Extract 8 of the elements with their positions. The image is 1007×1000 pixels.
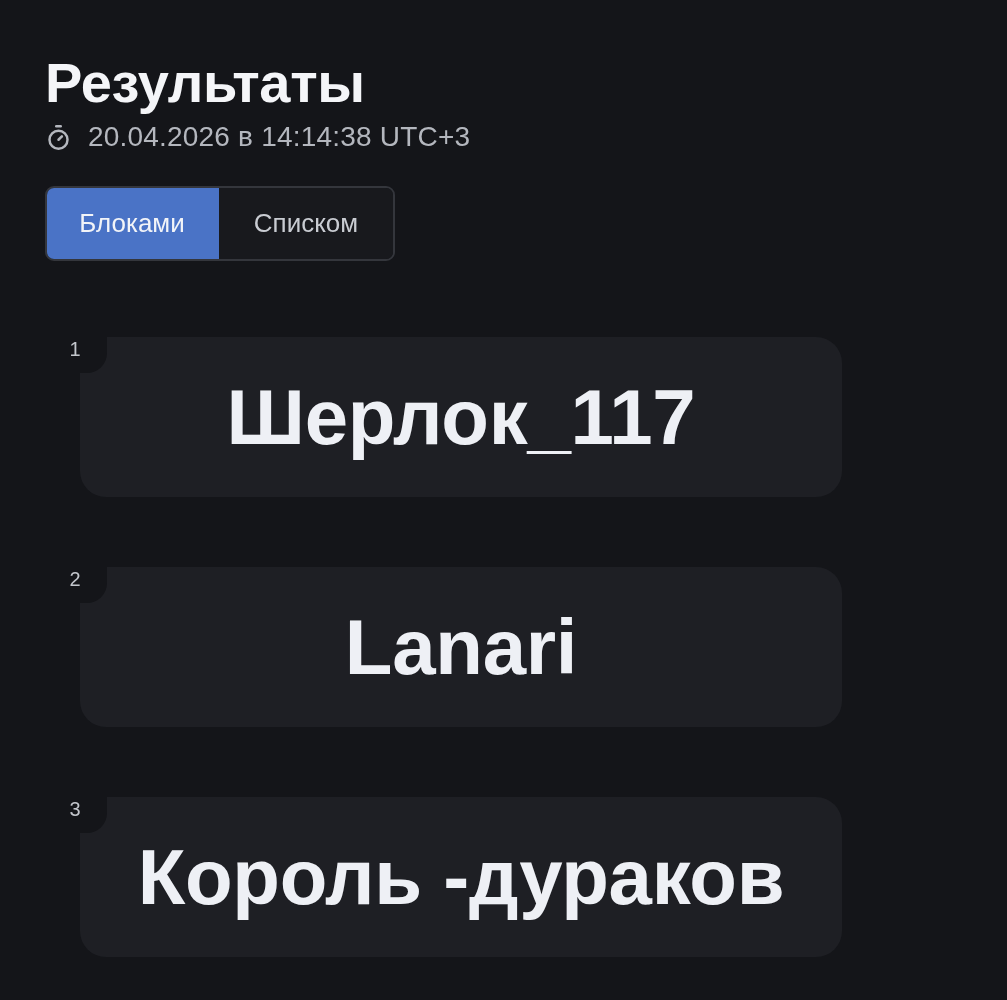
timestamp: 20.04.2026 в 14:14:38 UTC+3 bbox=[88, 121, 471, 153]
player-name: Lanari bbox=[344, 601, 578, 693]
stopwatch-icon bbox=[45, 123, 72, 151]
page-title: Результаты bbox=[45, 50, 365, 116]
view-tab[interactable]: Блоками bbox=[47, 188, 219, 259]
player-name: Шерлок_117 bbox=[226, 371, 696, 463]
view-tab[interactable]: Списком bbox=[219, 188, 393, 259]
player-name: Король -дураков bbox=[137, 831, 785, 923]
